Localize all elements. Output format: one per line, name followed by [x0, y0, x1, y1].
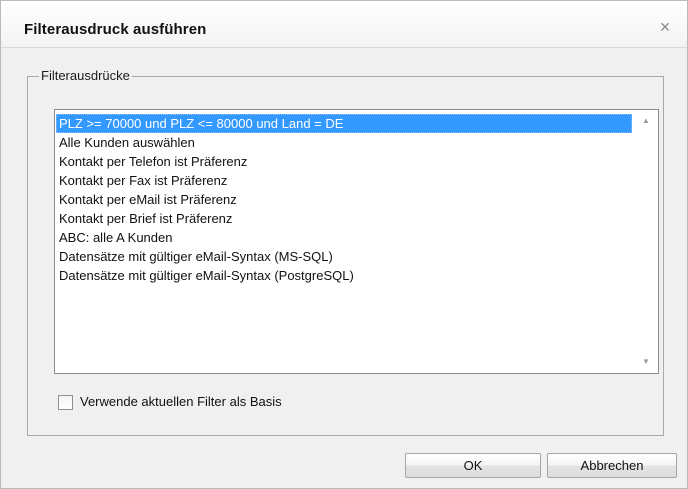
filter-list-item[interactable]: Kontakt per Fax ist Präferenz — [56, 171, 632, 190]
ok-button[interactable]: OK — [405, 453, 541, 478]
filter-dialog: Filterausdruck ausführen × Filterausdrüc… — [0, 0, 688, 489]
filter-groupbox: Filterausdrücke PLZ >= 70000 und PLZ <= … — [27, 68, 664, 436]
base-filter-checkbox[interactable] — [58, 395, 73, 410]
cancel-button[interactable]: Abbrechen — [547, 453, 677, 478]
filter-list-item[interactable]: Datensätze mit gültiger eMail-Syntax (MS… — [56, 247, 632, 266]
filter-list-item[interactable]: ABC: alle A Kunden — [56, 228, 632, 247]
filter-list-item[interactable]: PLZ >= 70000 und PLZ <= 80000 und Land =… — [56, 114, 632, 133]
base-filter-label: Verwende aktuellen Filter als Basis — [80, 394, 282, 409]
filter-listbox[interactable]: PLZ >= 70000 und PLZ <= 80000 und Land =… — [54, 109, 659, 374]
close-icon[interactable]: × — [656, 18, 674, 36]
chevron-up-icon[interactable]: ▲ — [634, 112, 658, 130]
filter-list-item[interactable]: Kontakt per eMail ist Präferenz — [56, 190, 632, 209]
listbox-scrollbar[interactable]: ▲ ▼ — [633, 110, 658, 373]
filter-list: PLZ >= 70000 und PLZ <= 80000 und Land =… — [56, 114, 632, 285]
filter-list-item[interactable]: Kontakt per Brief ist Präferenz — [56, 209, 632, 228]
groupbox-legend: Filterausdrücke — [39, 68, 132, 83]
dialog-title: Filterausdruck ausführen — [24, 21, 207, 38]
filter-list-item[interactable]: Kontakt per Telefon ist Präferenz — [56, 152, 632, 171]
title-bar: Filterausdruck ausführen × — [1, 1, 687, 48]
filter-list-item[interactable]: Alle Kunden auswählen — [56, 133, 632, 152]
chevron-down-icon[interactable]: ▼ — [634, 353, 658, 371]
filter-list-item[interactable]: Datensätze mit gültiger eMail-Syntax (Po… — [56, 266, 632, 285]
